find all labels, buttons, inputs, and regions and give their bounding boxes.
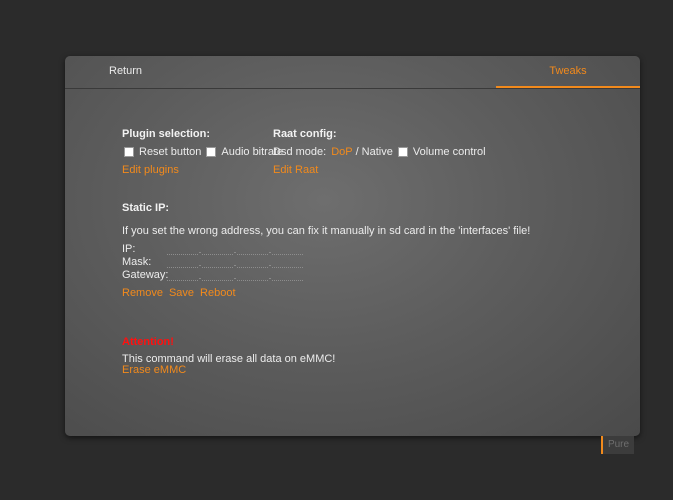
pure-badge: Pure	[601, 436, 634, 454]
audio-bitrate-checkbox[interactable]	[206, 147, 217, 157]
ip-octet-4-input[interactable]	[272, 244, 303, 255]
gateway-octet-4-input[interactable]	[272, 270, 303, 281]
static-ip-actions: Remove Save Reboot	[122, 287, 236, 299]
raat-config-title: Raat config:	[273, 128, 337, 140]
reset-button-checkbox[interactable]	[124, 147, 134, 157]
edit-raat-link[interactable]: Edit Raat	[273, 164, 318, 176]
gateway-octet-2-input[interactable]	[202, 270, 233, 281]
plugin-selection-title: Plugin selection:	[122, 128, 211, 140]
tab-return[interactable]: Return	[109, 56, 179, 87]
static-ip-help-text: If you set the wrong address, you can fi…	[122, 225, 531, 237]
dsd-dop-option[interactable]: DoP	[331, 146, 352, 158]
gateway-row: Gateway: . . .	[122, 268, 303, 281]
ip-label: IP:	[122, 243, 136, 255]
remove-link[interactable]: Remove	[122, 287, 163, 299]
static-ip-title: Static IP:	[122, 202, 170, 214]
gateway-octet-3-input[interactable]	[237, 270, 268, 281]
gateway-octet-1-input[interactable]	[167, 270, 198, 281]
ip-octet-3-input[interactable]	[237, 244, 268, 255]
save-link[interactable]: Save	[169, 287, 194, 299]
reset-button-label: Reset button	[139, 146, 202, 158]
mask-octet-1-input[interactable]	[167, 257, 198, 268]
plugin-options-row: Reset button Audio bitrate	[124, 146, 288, 158]
gateway-label: Gateway:	[122, 269, 169, 281]
dsd-native-option[interactable]: Native	[362, 146, 393, 158]
tweaks-panel: Return Tweaks Plugin selection: Reset bu…	[65, 56, 640, 436]
mask-label: Mask:	[122, 256, 152, 268]
ip-octet-1-input[interactable]	[167, 244, 198, 255]
volume-control-checkbox[interactable]	[397, 147, 408, 157]
mask-octet-4-input[interactable]	[272, 257, 303, 268]
mask-octet-3-input[interactable]	[237, 257, 268, 268]
dsd-mode-label: Dsd mode:	[273, 146, 327, 158]
raat-options-row: Dsd mode: DoP / Native Volume control	[273, 146, 486, 158]
dsd-mode-separator: /	[355, 146, 359, 158]
attention-label: Attention!	[122, 336, 174, 348]
ip-address-row: IP: . . .	[122, 242, 303, 255]
edit-plugins-link[interactable]: Edit plugins	[122, 164, 179, 176]
tab-bar: Return Tweaks	[65, 56, 640, 89]
volume-control-label: Volume control	[412, 146, 486, 158]
mask-octet-2-input[interactable]	[202, 257, 233, 268]
mask-row: Mask: . . .	[122, 255, 303, 268]
tab-tweaks[interactable]: Tweaks	[496, 56, 640, 88]
reboot-link[interactable]: Reboot	[200, 287, 235, 299]
erase-emmc-link[interactable]: Erase eMMC	[122, 364, 186, 376]
ip-octet-2-input[interactable]	[202, 244, 233, 255]
